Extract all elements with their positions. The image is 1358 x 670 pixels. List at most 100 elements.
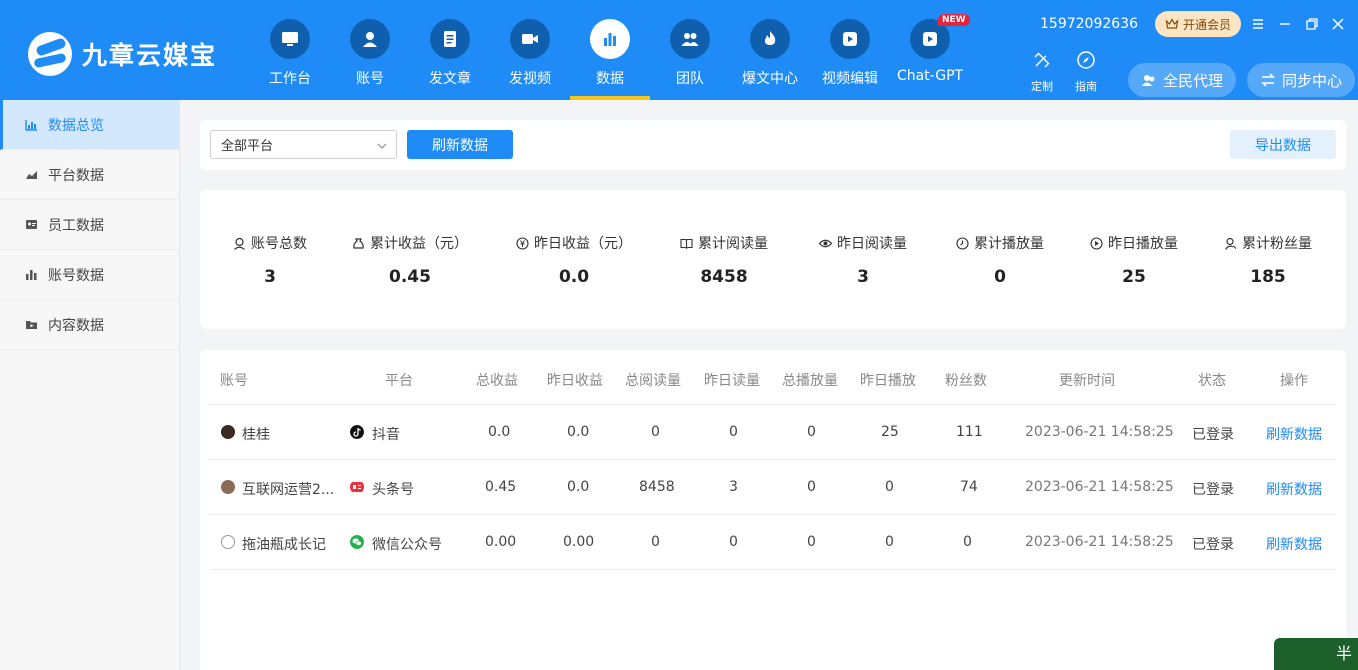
stat-yesterday-income: 昨日收益（元） 0.0 [504, 233, 644, 287]
refresh-row-link[interactable]: 刷新数据 [1266, 479, 1322, 499]
stat-yesterday-reads: 昨日阅读量 3 [793, 233, 933, 287]
nav-item-hot-articles[interactable]: 爆文中心 [730, 0, 810, 100]
bar-chart-small-icon [26, 270, 37, 280]
fans: 74 [960, 479, 978, 495]
compass-icon [1077, 51, 1095, 69]
nav-item-data[interactable]: 数据 [570, 0, 650, 100]
yesterday-income: 0.00 [563, 534, 595, 550]
stat-value: 185 [1250, 267, 1286, 287]
fans: 0 [963, 534, 972, 550]
column-header-action: 操作 [1280, 373, 1308, 389]
customize-icon [1034, 52, 1050, 68]
stat-total-followers: 累计粉丝量 185 [1198, 233, 1338, 287]
column-header-updated: 更新时间 [1059, 373, 1115, 389]
sidebar-item-staff[interactable]: 员工数据 [0, 200, 179, 250]
column-header-platform: 平台 [385, 373, 413, 389]
sidebar-item-overview[interactable]: 数据总览 [0, 100, 179, 150]
column-header-yesterday-reads: 昨日读量 [704, 373, 760, 389]
platform-select-value: 全部平台 [221, 139, 274, 154]
table-row: 桂桂 抖音 0.0 0.0 0 0 0 25 111 2023-06-21 14… [210, 405, 1336, 460]
nav-label: 账号 [356, 71, 384, 87]
video-edit-icon [843, 32, 857, 46]
minimize-button[interactable] [1275, 14, 1295, 34]
avatar [221, 480, 235, 494]
yesterday-plays: 0 [885, 534, 894, 550]
total-income: 0.45 [485, 479, 517, 495]
nav-label: 爆文中心 [742, 71, 798, 87]
nav-item-account[interactable]: 账号 [330, 0, 410, 100]
stat-value: 8458 [700, 267, 748, 287]
nav-label: 发视频 [509, 71, 551, 87]
monitor-icon [282, 32, 298, 46]
filter-toolbar: 全部平台 刷新数据 导出数据 [200, 120, 1346, 170]
platform-select[interactable]: 全部平台 [210, 130, 397, 159]
sidebar-item-label: 平台数据 [48, 167, 104, 184]
sidebar: 数据总览 平台数据 员工数据 账号数据 内容数据 [0, 100, 180, 670]
menu-button[interactable] [1248, 14, 1268, 34]
wechat-icon [350, 535, 364, 549]
yesterday-reads: 0 [729, 534, 738, 550]
chevron-down-icon [377, 143, 387, 149]
customize-button[interactable]: 定制 [1022, 50, 1062, 94]
toutiao-icon [350, 482, 364, 492]
stat-yesterday-plays: 昨日播放量 25 [1064, 233, 1204, 287]
refresh-row-link[interactable]: 刷新数据 [1266, 534, 1322, 554]
nav-item-chat-gpt[interactable]: Chat-GPT NEW [890, 0, 970, 100]
status: 已登录 [1192, 537, 1234, 553]
avatar [221, 425, 235, 439]
yesterday-income: 0.0 [567, 424, 590, 440]
stat-label: 账号总数 [251, 236, 307, 252]
sidebar-item-platform[interactable]: 平台数据 [0, 150, 179, 200]
chat-gpt-icon [923, 32, 937, 46]
tool-label: 定制 [1031, 80, 1053, 93]
nav-item-article[interactable]: 发文章 [410, 0, 490, 100]
user-phone: 15972092636 [1040, 16, 1138, 32]
refresh-data-button[interactable]: 刷新数据 [407, 130, 513, 159]
fire-icon [764, 31, 776, 45]
platform-name: 抖音 [372, 427, 400, 443]
stat-value: 0 [994, 267, 1006, 287]
account-name: 互联网运营2... [242, 482, 335, 498]
tool-label: 指南 [1075, 80, 1097, 93]
stat-value: 3 [857, 267, 869, 287]
floating-widget[interactable]: 半 [1274, 638, 1358, 670]
stat-total-plays: 累计播放量 0 [930, 233, 1070, 287]
refresh-row-link[interactable]: 刷新数据 [1266, 424, 1322, 444]
stat-label: 累计播放量 [974, 236, 1044, 252]
book-open-icon [680, 238, 693, 249]
column-header-total-reads: 总阅读量 [625, 373, 681, 389]
sidebar-item-accounts[interactable]: 账号数据 [0, 250, 179, 300]
sync-center-button[interactable]: 同步中心 [1247, 63, 1355, 97]
total-income: 0.00 [485, 534, 517, 550]
stat-value: 0.45 [389, 267, 431, 287]
stat-label: 昨日阅读量 [837, 236, 907, 252]
stat-value: 25 [1122, 267, 1146, 287]
guide-button[interactable]: 指南 [1066, 50, 1106, 94]
vip-button[interactable]: 开通会员 [1155, 11, 1241, 37]
table-header: 账号 平台 总收益 昨日收益 总阅读量 昨日读量 总播放量 昨日播放 粉丝数 更… [210, 350, 1336, 405]
yesterday-income: 0.0 [567, 479, 590, 495]
logo-icon [28, 32, 72, 76]
column-header-yesterday-income: 昨日收益 [547, 373, 603, 389]
sidebar-item-label: 数据总览 [48, 117, 104, 134]
nav-item-team[interactable]: 团队 [650, 0, 730, 100]
table-row: 拖油瓶成长记 微信公众号 0.00 0.00 0 0 0 0 0 2023-06… [210, 515, 1336, 570]
sidebar-item-content[interactable]: 内容数据 [0, 300, 179, 350]
app-name: 九章云媒宝 [82, 41, 218, 70]
close-button[interactable] [1328, 14, 1348, 34]
export-data-button[interactable]: 导出数据 [1230, 130, 1336, 159]
hamburger-icon [1253, 19, 1263, 29]
total-reads: 0 [651, 534, 660, 550]
restore-button[interactable] [1302, 14, 1322, 34]
nav-item-video-edit[interactable]: 视频编辑 [810, 0, 890, 100]
sidebar-item-label: 内容数据 [48, 317, 104, 334]
agent-icon [1141, 75, 1155, 86]
nav-item-workbench[interactable]: 工作台 [250, 0, 330, 100]
agent-button[interactable]: 全民代理 [1128, 63, 1236, 97]
clock-icon [956, 236, 969, 250]
nav-item-video[interactable]: 发视频 [490, 0, 570, 100]
platform-name: 头条号 [372, 482, 414, 498]
nav-label: Chat-GPT [896, 68, 964, 84]
stat-label: 累计收益（元） [370, 236, 468, 252]
column-header-status: 状态 [1198, 373, 1226, 389]
